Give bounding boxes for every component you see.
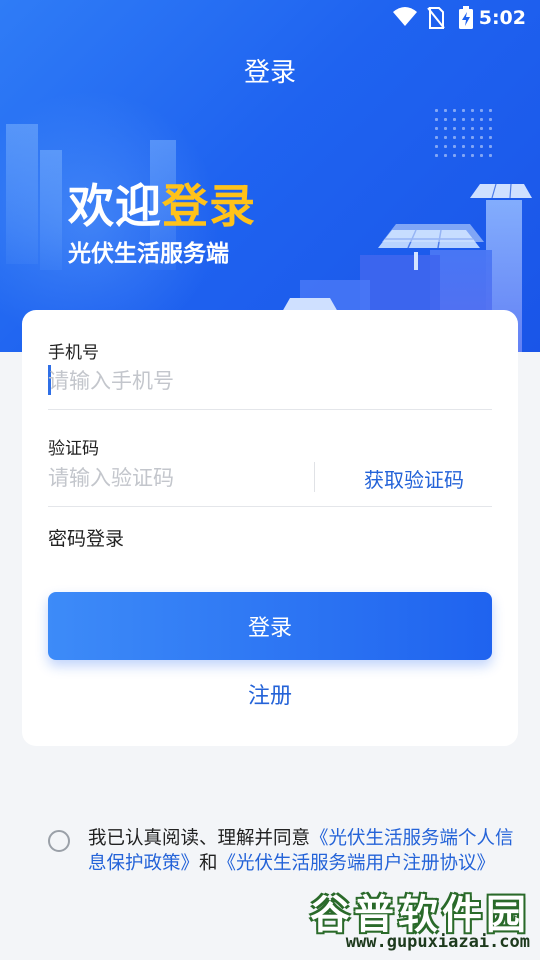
code-divider xyxy=(48,506,492,507)
no-sim-icon xyxy=(427,7,445,29)
code-label: 验证码 xyxy=(48,439,99,459)
phone-input[interactable] xyxy=(48,363,488,399)
status-bar: 5:02 xyxy=(0,0,540,36)
login-card: 手机号 验证码 获取验证码 密码登录 登录 注册 xyxy=(22,310,518,746)
user-agreement-link[interactable]: 《光伏生活服务端用户注册协议》 xyxy=(218,853,496,874)
agreement-text: 我已认真阅读、理解并同意《光伏生活服务端个人信息保护政策》和《光伏生活服务端用户… xyxy=(88,826,520,876)
phone-label: 手机号 xyxy=(48,343,99,363)
code-vertical-divider xyxy=(314,462,315,492)
agreement-radio[interactable] xyxy=(48,830,70,852)
wifi-icon xyxy=(393,7,417,26)
login-button[interactable]: 登录 xyxy=(48,592,492,660)
page-title: 登录 xyxy=(243,58,296,88)
watermark: 谷普软件园 www.gupuxiazai.com xyxy=(290,882,534,954)
welcome-heading: 欢迎登录 xyxy=(68,170,256,236)
welcome-highlight: 登录 xyxy=(162,179,256,233)
get-code-button[interactable]: 获取验证码 xyxy=(364,464,464,493)
code-input[interactable] xyxy=(48,460,308,496)
battery-charging-icon xyxy=(459,6,473,29)
password-login-link[interactable]: 密码登录 xyxy=(48,524,124,551)
register-link[interactable]: 注册 xyxy=(22,678,518,710)
agreement-conjunction: 和 xyxy=(199,853,218,874)
welcome-subtitle: 光伏生活服务端 xyxy=(68,241,229,267)
welcome-prefix: 欢迎 xyxy=(68,179,162,233)
phone-divider xyxy=(48,409,492,410)
agreement-prefix: 我已认真阅读、理解并同意 xyxy=(88,828,311,849)
watermark-url: www.gupuxiazai.com xyxy=(345,932,530,952)
status-time: 5:02 xyxy=(478,7,526,29)
